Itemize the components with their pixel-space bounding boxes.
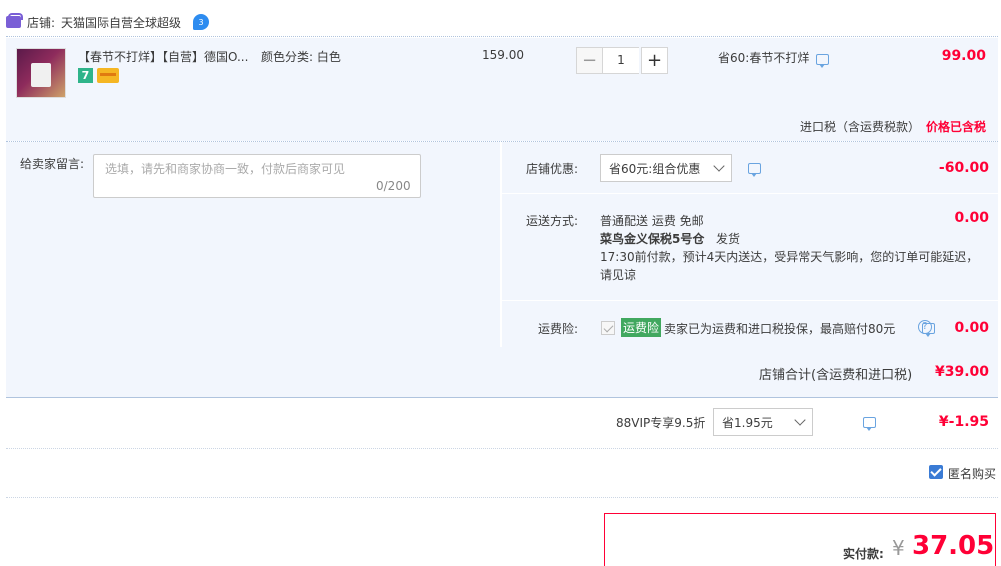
increase-quantity-button[interactable]: + bbox=[641, 47, 668, 74]
product-thumbnail[interactable] bbox=[16, 48, 66, 98]
shipping-insurance-checkbox[interactable] bbox=[601, 321, 615, 335]
anonymous-purchase-checkbox[interactable] bbox=[929, 465, 943, 479]
tax-included-status: 价格已含税 bbox=[925, 120, 986, 134]
shop-label: 店铺: bbox=[27, 15, 56, 30]
actual-payment-label: 实付款: bbox=[843, 547, 884, 561]
seven-day-return-icon: 7 bbox=[78, 68, 93, 83]
currency-symbol: ¥ bbox=[892, 536, 905, 560]
promo-comment-icon[interactable] bbox=[816, 54, 829, 68]
help-icon[interactable]: ? bbox=[918, 320, 932, 334]
chevron-down-icon bbox=[794, 414, 806, 426]
credit-card-icon bbox=[97, 68, 119, 83]
item-promo-text: 省60:春节不打烊 bbox=[718, 51, 810, 65]
vip-comment-icon[interactable] bbox=[862, 417, 876, 431]
chevron-down-icon bbox=[713, 160, 725, 172]
shop-header: 店铺: 天猫国际自营全球超级 3 bbox=[6, 10, 210, 34]
vip-discount-amount: ¥-1.95 bbox=[938, 414, 989, 430]
divider bbox=[6, 448, 998, 449]
discount-comment-icon[interactable] bbox=[748, 163, 761, 177]
delivery-notice: 17:30前付款，预计4天内送达，受异常天气影响，您的订单可能延迟，请见谅 bbox=[600, 250, 979, 282]
warehouse-name: 菜鸟金义保税5号仓 bbox=[600, 232, 705, 246]
anonymous-purchase-label[interactable]: 匿名购买 bbox=[948, 465, 996, 482]
wangwang-chat-icon[interactable]: 3 bbox=[193, 14, 210, 30]
seller-message-placeholder: 选填，请先和商家协商一致，付款后商家可见 bbox=[105, 162, 346, 176]
divider bbox=[501, 300, 998, 301]
divider bbox=[501, 193, 998, 194]
store-discount-label: 店铺优惠: bbox=[526, 162, 579, 176]
quantity-input[interactable]: 1 bbox=[603, 47, 639, 74]
shop-icon bbox=[6, 13, 23, 28]
store-discount-select[interactable]: 省60元:组合优惠 bbox=[600, 154, 732, 182]
divider bbox=[6, 497, 998, 498]
order-item-row: 【春节不打烊】【自营】德国O... 颜色分类: 白色 7 159.00 − 1 … bbox=[6, 38, 998, 141]
shipping-method-text: 普通配送 运费 免邮 bbox=[600, 214, 704, 228]
dispatch-text: 发货 bbox=[716, 232, 741, 246]
store-subtotal-label: 店铺合计(含运费和进口税) bbox=[759, 368, 913, 383]
vip-discount-selected: 省1.95元 bbox=[722, 415, 773, 430]
import-tax-label: 进口税（含运费税款） bbox=[800, 120, 921, 134]
shipping-insurance-tag: 运费险 bbox=[621, 318, 662, 337]
shipping-insurance-text: 卖家已为运费和进口税投保，最高赔付80元 bbox=[664, 322, 896, 336]
quantity-stepper: − 1 + bbox=[576, 47, 668, 74]
store-discount-amount: -60.00 bbox=[938, 160, 989, 176]
seller-message-char-count: 0/200 bbox=[376, 179, 411, 193]
product-sku: 颜色分类: 白色 bbox=[261, 50, 341, 64]
store-discount-selected: 省60元:组合优惠 bbox=[609, 161, 701, 176]
item-total-price: 99.00 bbox=[941, 48, 986, 64]
decrease-quantity-button[interactable]: − bbox=[576, 47, 603, 74]
product-title-link[interactable]: 【春节不打烊】【自营】德国O... bbox=[78, 48, 248, 65]
shipping-insurance-amount: 0.00 bbox=[954, 320, 989, 336]
unit-price: 159.00 bbox=[482, 48, 524, 62]
shipping-method-label: 运送方式: bbox=[526, 214, 579, 228]
shop-name-link[interactable]: 天猫国际自营全球超级 bbox=[61, 14, 181, 31]
divider bbox=[6, 36, 998, 37]
vip-discount-select[interactable]: 省1.95元 bbox=[713, 408, 813, 436]
vip-discount-label: 88VIP专享9.5折 bbox=[616, 416, 706, 430]
store-subtotal-amount: ¥39.00 bbox=[934, 364, 989, 380]
shipping-insurance-label: 运费险: bbox=[538, 322, 579, 336]
shipping-amount: 0.00 bbox=[954, 210, 989, 226]
actual-payment-amount: 37.05 bbox=[912, 531, 995, 561]
seller-message-label: 给卖家留言: bbox=[20, 157, 85, 171]
